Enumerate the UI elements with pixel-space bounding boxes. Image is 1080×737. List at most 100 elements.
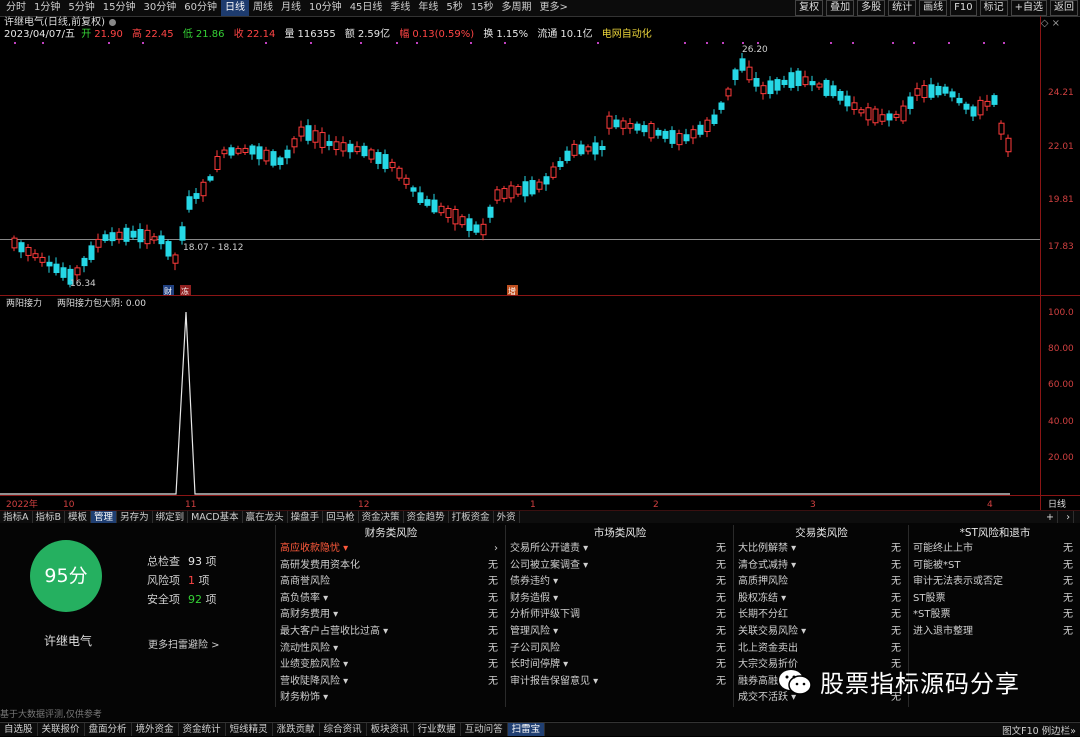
candle-body xyxy=(487,206,494,218)
candle-body xyxy=(46,261,53,267)
risk-item[interactable]: 最大客户占营收比过高 ▾ 无 xyxy=(276,624,506,641)
risk-item[interactable]: 可能终止上市 无 xyxy=(909,541,1080,558)
candle-body xyxy=(347,143,354,153)
risk-item[interactable]: 高商誉风险 无 xyxy=(276,574,506,591)
risk-item[interactable]: 交易所公开谴责 ▾ 无 xyxy=(506,541,734,558)
bottom-nav-tab[interactable]: 综合资讯 xyxy=(320,723,367,736)
risk-item[interactable]: 大比例解禁 ▾ 无 xyxy=(734,541,909,558)
risk-item-status: › xyxy=(494,543,498,554)
risk-item[interactable]: 高质押风险 无 xyxy=(734,574,909,591)
bottom-nav-tab[interactable]: 互动问答 xyxy=(461,723,508,736)
bottom-nav-tab[interactable]: 扫雷宝 xyxy=(507,723,546,736)
risk-item[interactable]: 管理风险 ▾ 无 xyxy=(506,624,734,641)
risk-item[interactable]: 清仓式减持 ▾ 无 xyxy=(734,558,909,575)
candle-body xyxy=(228,147,235,156)
risk-item[interactable]: ST股票 无 xyxy=(909,591,1080,608)
risk-item[interactable]: 公司被立案调查 ▾ 无 xyxy=(506,558,734,575)
risk-item[interactable]: 长时间停牌 ▾ 无 xyxy=(506,657,734,674)
risk-item[interactable]: *ST股票 无 xyxy=(909,607,1080,624)
candle-body xyxy=(634,123,641,131)
risk-column-title: 财务类风险 xyxy=(364,527,418,539)
risk-item-label: 大比例解禁 ▾ xyxy=(738,543,797,554)
risk-item[interactable]: 进入退市整理 无 xyxy=(909,624,1080,641)
indicator-tabs: 指标A 指标B 模板 管理 另存为 绑定到 MACD基本 赢在龙头 操盘手 回马枪 资金决策 资金趋势… xyxy=(0,510,1080,524)
bottom-nav-tab[interactable]: 关联报价 xyxy=(38,723,85,736)
chart-area[interactable]: 24.21 22.01 19.81 17.83 26.20 16.34 18.0… xyxy=(0,0,1080,510)
risk-item[interactable]: 财务粉饰 ▾ xyxy=(276,690,506,707)
candle-body xyxy=(200,181,207,197)
candle-body xyxy=(606,115,613,129)
candle-body xyxy=(95,238,102,248)
candle-body xyxy=(900,105,907,122)
risk-score-badge: 95分 xyxy=(30,540,102,612)
bottom-nav-tab[interactable]: 资金统计 xyxy=(179,723,226,736)
risk-item[interactable]: 高负债率 ▾ 无 xyxy=(276,591,506,608)
risk-item[interactable]: 流动性风险 ▾ 无 xyxy=(276,641,506,658)
candle-body xyxy=(109,232,116,242)
signal-dot xyxy=(852,42,854,44)
risk-item-label: 审计无法表示或否定 xyxy=(913,576,1003,588)
bottom-nav-tab[interactable]: 自选股 xyxy=(0,723,38,736)
candle-body xyxy=(249,145,256,155)
risk-item[interactable]: 高应收款隐忧 ▾ › xyxy=(276,541,506,558)
bottom-nav-tab[interactable]: 行业数据 xyxy=(414,723,461,736)
signal-dot xyxy=(742,42,744,44)
candle-body xyxy=(480,223,487,236)
risk-item[interactable]: 业绩变脸风险 ▾ 无 xyxy=(276,657,506,674)
candle-body xyxy=(802,76,809,86)
risk-item[interactable]: 分析师评级下调 无 xyxy=(506,607,734,624)
range-label: 18.07 - 18.12 xyxy=(183,243,244,253)
more-scan-link[interactable]: 更多扫雷避险 > xyxy=(148,636,220,651)
risk-item[interactable]: 审计报告保留意见 ▾ 无 xyxy=(506,674,734,691)
risk-item-label: ST股票 xyxy=(913,592,946,604)
signal-dot xyxy=(597,42,599,44)
candle-body xyxy=(718,102,725,110)
x-axis: 2022年 10 11 12 1 2 3 4 日线 xyxy=(6,498,1066,510)
risk-item[interactable]: 债券违约 ▾ 无 xyxy=(506,574,734,591)
bottom-nav-tab[interactable]: 短线精灵 xyxy=(226,723,273,736)
candle-body xyxy=(781,79,788,85)
candle-body xyxy=(956,97,963,104)
risk-item-status: 无 xyxy=(488,642,498,654)
signal-dot xyxy=(913,42,915,44)
risk-items: 风险项 1 项 xyxy=(147,574,210,587)
x-axis-label: 2 xyxy=(653,500,659,510)
signal-dot xyxy=(830,42,832,44)
risk-item[interactable]: 高财务费用 ▾ 无 xyxy=(276,607,506,624)
risk-item[interactable]: 财务造假 ▾ 无 xyxy=(506,591,734,608)
bottom-nav-tab[interactable]: 涨跌贡献 xyxy=(273,723,320,736)
candle-body xyxy=(788,72,795,88)
candle-body xyxy=(557,161,564,167)
risk-item-label: 清仓式减持 ▾ xyxy=(738,559,797,571)
candle-body xyxy=(137,229,144,243)
risk-item[interactable]: 北上资金卖出 无 xyxy=(734,641,909,658)
risk-item-status: 无 xyxy=(891,543,901,554)
risk-item[interactable]: 关联交易风险 ▾ 无 xyxy=(734,624,909,641)
candle-body xyxy=(438,205,445,214)
signal-dot xyxy=(706,42,708,44)
candle-body xyxy=(613,119,620,128)
candle-body xyxy=(116,231,123,240)
candle-body xyxy=(340,142,347,152)
risk-item[interactable]: 长期不分红 无 xyxy=(734,607,909,624)
indicator-y-label: 20.00 xyxy=(1048,453,1074,463)
risk-item-status: 无 xyxy=(891,576,901,588)
risk-item[interactable]: 审计无法表示或否定 无 xyxy=(909,574,1080,591)
x-axis-mode: 日线 xyxy=(1048,498,1066,510)
candle-body xyxy=(466,218,473,231)
risk-item[interactable]: 股权冻结 ▾ 无 xyxy=(734,591,909,608)
candle-body xyxy=(690,129,697,139)
candle-body xyxy=(25,246,32,256)
bottom-nav-tab[interactable]: 板块资讯 xyxy=(367,723,414,736)
risk-item[interactable]: 营收陡降风险 ▾ 无 xyxy=(276,674,506,691)
wechat-icon xyxy=(778,669,812,695)
bottom-nav-tab[interactable]: 境外资金 xyxy=(132,723,179,736)
candle-body xyxy=(319,132,326,148)
event-label: 增 xyxy=(508,286,516,296)
risk-item[interactable]: 高研发费用资本化 无 xyxy=(276,558,506,575)
risk-item[interactable]: 可能被*ST 无 xyxy=(909,558,1080,575)
candle-body xyxy=(760,85,767,95)
risk-item-status: 无 xyxy=(891,625,901,637)
bottom-nav-tab[interactable]: 盘面分析 xyxy=(85,723,132,736)
risk-item[interactable]: 子公司风险 无 xyxy=(506,641,734,658)
